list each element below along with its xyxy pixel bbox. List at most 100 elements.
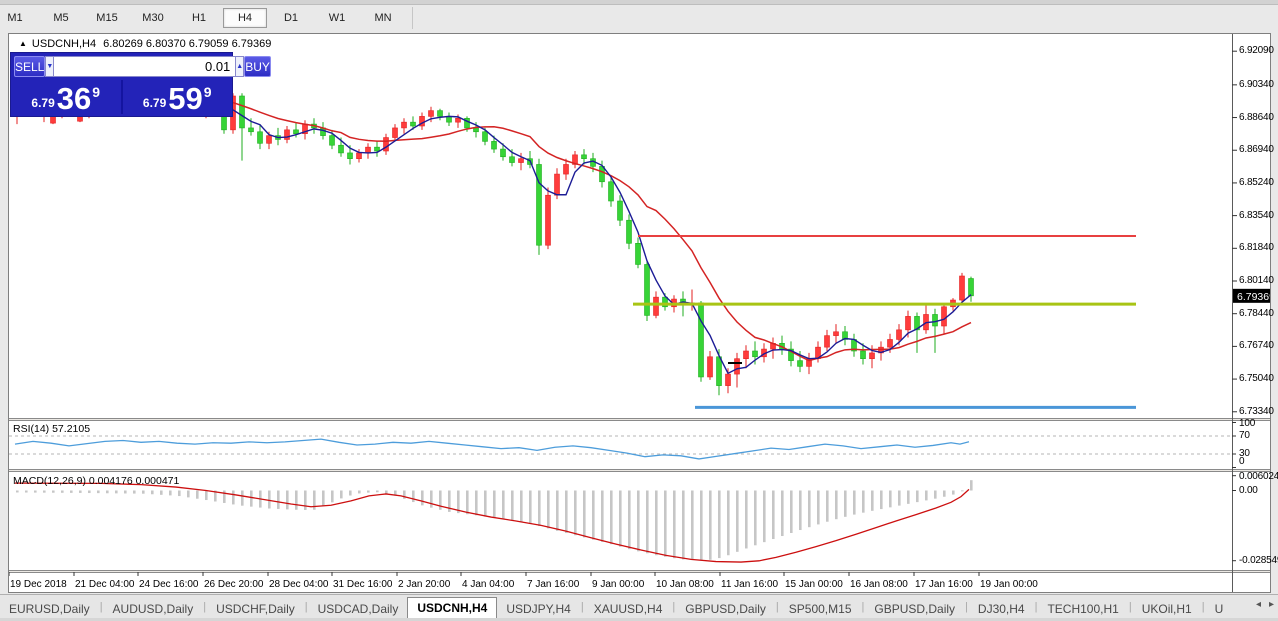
chart-tab-usdcnh-h4[interactable]: USDCNH,H4 xyxy=(407,597,497,619)
candle xyxy=(609,182,614,201)
chart-tab-audusd-daily[interactable]: AUDUSD,Daily xyxy=(104,598,203,619)
macd-histogram-bar xyxy=(826,491,829,522)
candle xyxy=(942,307,947,326)
candle xyxy=(501,149,506,157)
candle xyxy=(825,336,830,348)
candle xyxy=(582,155,587,159)
tab-scroll-arrows: ◂ ▸ xyxy=(1254,599,1276,610)
chart-tab-usdjpy-h4[interactable]: USDJPY,H4 xyxy=(497,598,579,619)
macd-histogram-bar xyxy=(691,491,694,561)
ask-price-display[interactable]: 6.79 59 9 xyxy=(123,80,233,116)
chart-tab-tech100-h1[interactable]: TECH100,H1 xyxy=(1038,598,1127,619)
toolbar-separator xyxy=(412,7,413,29)
timeframe-button-d1[interactable]: D1 xyxy=(269,8,313,28)
chart-tab-u[interactable]: U xyxy=(1206,598,1233,619)
timeframe-button-m1[interactable]: M1 xyxy=(0,8,37,28)
chart-tab-ukoil-h1[interactable]: UKOil,H1 xyxy=(1133,598,1201,619)
tab-scroll-left-icon[interactable]: ◂ xyxy=(1256,599,1261,610)
macd-histogram-bar xyxy=(709,491,712,560)
macd-histogram-bar xyxy=(673,491,676,559)
chart-symbol-label: USDCNH,H4 xyxy=(32,38,96,50)
macd-histogram-bar xyxy=(619,491,622,547)
macd-histogram-bar xyxy=(916,491,919,503)
macd-histogram-bar xyxy=(862,491,865,513)
tab-separator: | xyxy=(100,601,103,613)
candle xyxy=(330,136,335,146)
macd-histogram-bar xyxy=(385,491,388,494)
tab-scroll-right-icon[interactable]: ▸ xyxy=(1269,599,1274,610)
macd-histogram-bar xyxy=(196,491,199,499)
macd-histogram-bar xyxy=(304,491,307,510)
macd-histogram-bar xyxy=(43,491,46,493)
timeframe-button-m30[interactable]: M30 xyxy=(131,8,175,28)
macd-histogram-bar xyxy=(934,491,937,499)
timeframe-button-h1[interactable]: H1 xyxy=(177,8,221,28)
price-scale-label: 6.92090 xyxy=(1239,45,1274,56)
macd-histogram-bar xyxy=(817,491,820,525)
macd-histogram-bar xyxy=(502,491,505,520)
macd-histogram-bar xyxy=(565,491,568,534)
candle xyxy=(708,357,713,377)
candle xyxy=(744,351,749,359)
chart-tab-usdcad-daily[interactable]: USDCAD,Daily xyxy=(309,598,408,619)
macd-histogram-bar xyxy=(322,491,325,507)
macd-histogram-bar xyxy=(376,491,379,493)
chart-tab-dj30-h4[interactable]: DJ30,H4 xyxy=(969,598,1034,619)
candle xyxy=(429,111,434,117)
chart-tab-gbpusd-daily[interactable]: GBPUSD,Daily xyxy=(865,598,964,619)
candle xyxy=(834,332,839,336)
chart-ohlc-title: ▲USDCNH,H46.80269 6.80370 6.79059 6.7936… xyxy=(19,38,271,50)
chart-canvas[interactable]: 6.79369 xyxy=(9,34,1270,592)
candle xyxy=(618,201,623,220)
tab-separator: | xyxy=(862,601,865,613)
macd-histogram-bar xyxy=(952,491,955,495)
price-scale-label: 6.90340 xyxy=(1239,79,1274,90)
timeframe-button-w1[interactable]: W1 xyxy=(315,8,359,28)
chart-tab-usdchf-daily[interactable]: USDCHF,Daily xyxy=(207,598,304,619)
tab-separator: | xyxy=(203,601,206,613)
macd-histogram-bar xyxy=(70,491,73,493)
time-axis-label: 26 Dec 20:00 xyxy=(204,579,264,590)
macd-histogram-bar xyxy=(898,491,901,506)
candle xyxy=(969,279,974,296)
lot-increase-button[interactable]: ▲ xyxy=(235,56,244,77)
macd-histogram-bar xyxy=(907,491,910,504)
buy-button[interactable]: BUY xyxy=(244,56,271,77)
sell-button[interactable]: SELL xyxy=(14,56,45,77)
candle xyxy=(717,357,722,386)
macd-scale-label: 0.00 xyxy=(1239,485,1258,496)
macd-histogram-bar xyxy=(808,491,811,528)
macd-histogram-bar xyxy=(664,491,667,557)
macd-histogram-bar xyxy=(781,491,784,537)
chart-tabs-bar: EURUSD,Daily|AUDUSD,Daily|USDCHF,Daily|U… xyxy=(0,594,1278,619)
macd-histogram-bar xyxy=(547,491,550,529)
macd-histogram-bar xyxy=(628,491,631,550)
time-axis-label: 2 Jan 20:00 xyxy=(398,579,450,590)
collapse-triangle-icon[interactable]: ▲ xyxy=(19,39,27,48)
macd-histogram-bar xyxy=(610,491,613,545)
candle xyxy=(411,122,416,126)
chart-tab-gbpusd-daily[interactable]: GBPUSD,Daily xyxy=(676,598,775,619)
timeframe-button-mn[interactable]: MN xyxy=(361,8,405,28)
macd-histogram-bar xyxy=(241,491,244,506)
timeframe-button-m5[interactable]: M5 xyxy=(39,8,83,28)
macd-histogram-bar xyxy=(142,491,145,494)
rsi-line xyxy=(15,439,969,459)
chart-tab-sp500-m15[interactable]: SP500,M15 xyxy=(780,598,861,619)
chart-tab-xauusd-h4[interactable]: XAUUSD,H4 xyxy=(585,598,672,619)
chart-window: 6.79369 ▲USDCNH,H46.80269 6.80370 6.7905… xyxy=(8,33,1271,593)
lot-size-input[interactable] xyxy=(54,56,235,77)
bid-price-display[interactable]: 6.79 36 9 xyxy=(11,80,121,116)
timeframe-button-h4[interactable]: H4 xyxy=(223,8,267,28)
macd-histogram-bar xyxy=(745,491,748,549)
macd-histogram-bar xyxy=(223,491,226,503)
lot-dropdown-button[interactable]: ▼ xyxy=(45,56,54,77)
ask-price-point: 9 xyxy=(204,84,212,100)
macd-histogram-bar xyxy=(943,491,946,497)
candle xyxy=(456,118,461,122)
price-scale-label: 6.81840 xyxy=(1239,242,1274,253)
candle xyxy=(564,164,569,174)
chart-tab-eurusd-daily[interactable]: EURUSD,Daily xyxy=(0,598,99,619)
timeframe-button-m15[interactable]: M15 xyxy=(85,8,129,28)
tab-separator: | xyxy=(1035,601,1038,613)
